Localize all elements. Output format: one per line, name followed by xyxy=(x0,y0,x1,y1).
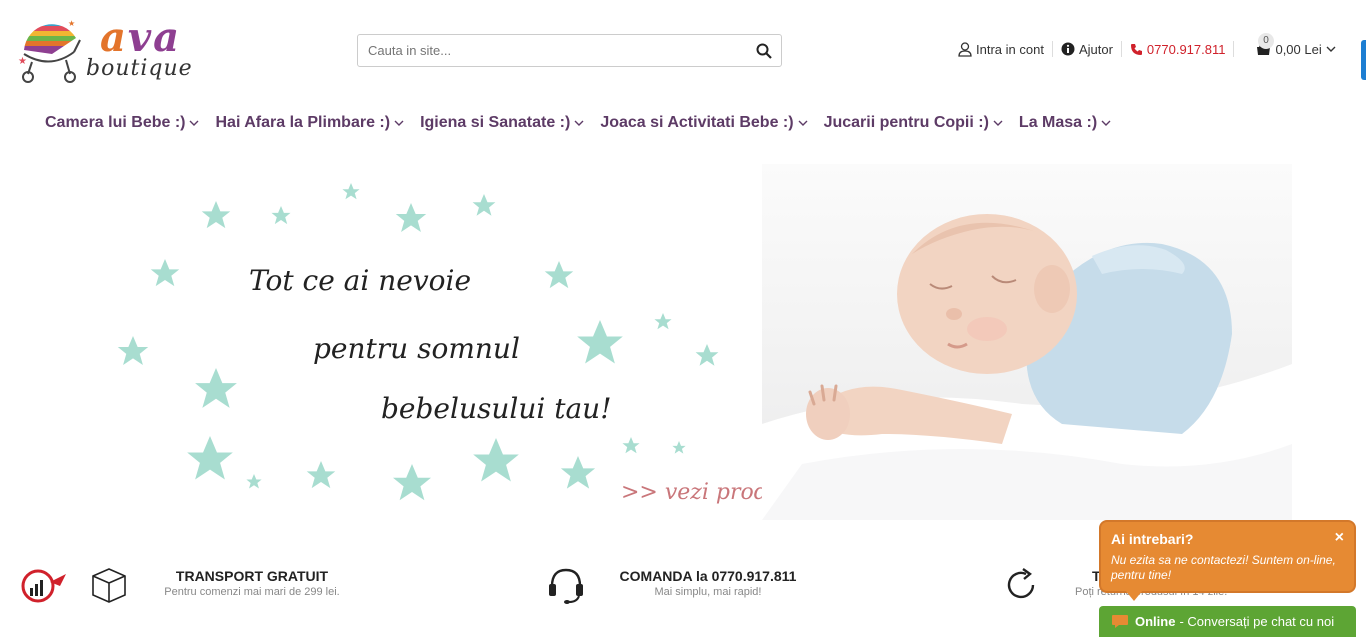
login-label: Intra in cont xyxy=(976,41,1044,57)
headset-icon xyxy=(549,568,583,604)
logo-subtitle: boutique xyxy=(86,56,193,81)
banner-line-3: bebelusului tau! xyxy=(381,392,612,425)
nav-item-camera-lui-bebe[interactable]: Camera lui Bebe :) xyxy=(45,114,199,132)
nav-label: La Masa :) xyxy=(1018,114,1098,131)
nav-label: Jucarii pentru Copii :) xyxy=(823,114,989,131)
banner-line-2: pentru somnul xyxy=(313,332,520,365)
site-header: ★ ★ ava boutique Intra in cont xyxy=(0,0,1366,100)
chat-bar[interactable]: Online - Conversați pe chat cu noi xyxy=(1099,606,1356,637)
user-icon xyxy=(958,41,972,57)
nav-item-joaca[interactable]: Joaca si Activitati Bebe :) xyxy=(600,114,808,132)
divider xyxy=(1120,41,1122,57)
search-icon[interactable] xyxy=(755,42,773,60)
chevron-down-icon xyxy=(993,120,1003,126)
close-icon[interactable]: × xyxy=(1335,529,1344,547)
nav-label: Hai Afara la Plimbare :) xyxy=(215,114,391,131)
chevron-down-icon xyxy=(798,120,808,126)
chat-popup[interactable]: Ai intrebari? × Nu ezita sa ne contactez… xyxy=(1099,520,1356,593)
cart-total: 0,00 Lei xyxy=(1275,41,1322,57)
logo-wordmark: ava xyxy=(100,14,182,61)
help-label: Ajutor xyxy=(1078,41,1113,57)
nav-label: Joaca si Activitati Bebe :) xyxy=(600,114,794,131)
order-subtitle: Mai simplu, mai rapid! xyxy=(654,586,762,598)
nav-label: Camera lui Bebe :) xyxy=(45,114,186,131)
svg-text:★: ★ xyxy=(18,56,27,67)
chat-bubble-icon xyxy=(1112,615,1128,628)
side-tab[interactable] xyxy=(1361,40,1366,80)
chat-popup-title: Ai intrebari? xyxy=(1111,531,1194,547)
baby-photo xyxy=(762,164,1292,520)
chat-popup-pointer xyxy=(1125,590,1143,601)
chat-online-label: Online xyxy=(1135,614,1176,629)
nav-label: Igiena si Sanatate :) xyxy=(420,114,571,131)
chevron-down-icon xyxy=(1326,46,1336,52)
sleeping-baby-image xyxy=(762,214,1292,520)
phone-icon xyxy=(1130,43,1142,55)
chat-popup-message: Nu ezita sa ne contactezi! Suntem on-lin… xyxy=(1111,553,1336,582)
chat-bar-text: - Conversați pe chat cu noi xyxy=(1179,614,1335,629)
nav-item-la-masa[interactable]: La Masa :) xyxy=(1019,114,1111,132)
search-box xyxy=(357,34,782,67)
divider xyxy=(1051,41,1053,57)
order-title: COMANDA la 0770.917.811 xyxy=(619,568,797,584)
search-input[interactable] xyxy=(358,35,738,66)
transport-title: TRANSPORT GRATUIT xyxy=(175,568,329,584)
stroller-logo-icon: ★ ★ xyxy=(18,19,81,83)
login-link[interactable]: Intra in cont xyxy=(958,42,1044,57)
banner-line-1: Tot ce ai nevoie xyxy=(249,264,472,297)
transport-subtitle: Pentru comenzi mai mari de 299 lei. xyxy=(164,586,340,598)
seo-badge-icon[interactable] xyxy=(20,568,68,604)
logo[interactable]: ★ ★ ava boutique xyxy=(16,10,206,92)
phone-label: 0770.917.811 xyxy=(1146,41,1226,57)
main-nav: Camera lui Bebe :) Hai Afara la Plimbare… xyxy=(45,114,1127,132)
info-icon xyxy=(1061,42,1075,56)
nav-item-jucarii[interactable]: Jucarii pentru Copii :) xyxy=(824,114,1003,132)
nav-item-hai-afara[interactable]: Hai Afara la Plimbare :) xyxy=(215,114,404,132)
svg-text:★: ★ xyxy=(68,19,75,28)
top-links: Intra in cont Ajutor 0770.917.811 0,00 L… xyxy=(958,40,1336,58)
box-icon xyxy=(92,568,126,603)
help-link[interactable]: Ajutor xyxy=(1061,42,1113,57)
chevron-down-icon xyxy=(189,120,199,126)
refresh-icon xyxy=(1007,568,1035,599)
chevron-down-icon xyxy=(394,120,404,126)
cart-count-badge: 0 xyxy=(1258,33,1274,49)
chevron-down-icon xyxy=(1101,120,1111,126)
phone-link[interactable]: 0770.917.811 xyxy=(1130,41,1226,57)
hero-banner[interactable]: Tot ce ai nevoie pentru somnul bebelusul… xyxy=(73,164,1292,520)
chevron-down-icon xyxy=(574,120,584,126)
divider xyxy=(1233,41,1235,57)
nav-item-igiena[interactable]: Igiena si Sanatate :) xyxy=(420,114,584,132)
